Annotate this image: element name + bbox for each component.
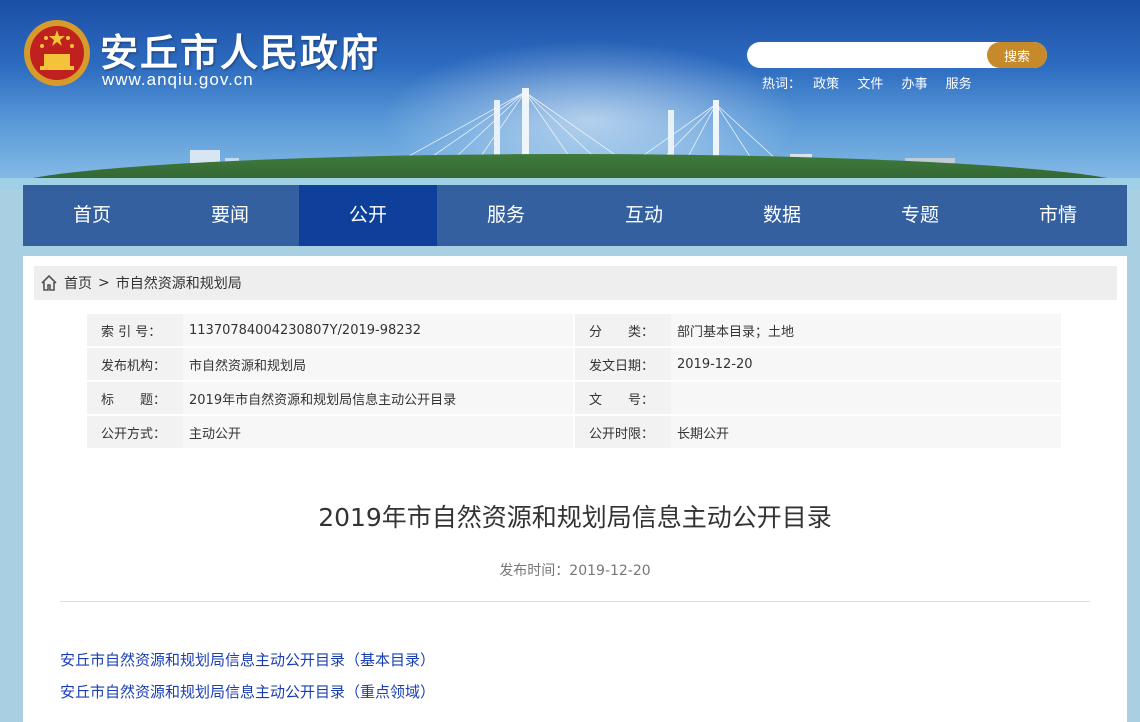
- hotwords-label: 热词：: [762, 77, 802, 92]
- hotwords-bar: 热词： 政策 文件 办事 服务: [762, 73, 986, 92]
- article-title: 2019年市自然资源和规划局信息主动公开目录: [318, 503, 832, 532]
- table-row: 标 题： 2019年市自然资源和规划局信息主动公开目录 文 号：: [87, 382, 1061, 414]
- nav-item-city-info[interactable]: 市情: [989, 185, 1127, 246]
- meta-value: 2019-12-20: [671, 348, 1061, 380]
- search-button[interactable]: 搜索: [987, 42, 1047, 68]
- table-row: 索 引 号： 11370784004230807Y/2019-98232 分 类…: [87, 314, 1061, 346]
- breadcrumb-current-link[interactable]: 市自然资源和规划局: [116, 273, 242, 293]
- meta-value: 2019年市自然资源和规划局信息主动公开目录: [183, 382, 573, 414]
- meta-key: 分 类：: [575, 314, 671, 346]
- header-banner: 安丘市人民政府 www.anqiu.gov.cn 搜索 热词： 政策 文件 办事…: [0, 0, 1140, 190]
- breadcrumb: 首页 > 市自然资源和规划局: [34, 266, 1117, 300]
- main-nav: 首页 要闻 公开 服务 互动 数据 专题 市情: [23, 185, 1127, 246]
- hotword-link[interactable]: 服务: [946, 77, 972, 92]
- nav-item-topics[interactable]: 专题: [851, 185, 989, 246]
- divider: [60, 601, 1090, 602]
- meta-value: 长期公开: [671, 416, 1061, 448]
- hotword-link[interactable]: 政策: [813, 77, 839, 92]
- meta-value: [671, 382, 1061, 414]
- meta-key: 发文日期：: [575, 348, 671, 380]
- document-metadata-table: 索 引 号： 11370784004230807Y/2019-98232 分 类…: [87, 312, 1061, 450]
- meta-value: 主动公开: [183, 416, 573, 448]
- content-panel: 首页 > 市自然资源和规划局 索 引 号： 11370784004230807Y…: [23, 256, 1127, 722]
- meta-key: 公开时限：: [575, 416, 671, 448]
- breadcrumb-separator: >: [98, 275, 110, 291]
- publish-time: 发布时间：2019-12-20: [499, 563, 651, 579]
- meta-key: 标 题：: [87, 382, 183, 414]
- breadcrumb-home-link[interactable]: 首页: [64, 273, 92, 293]
- home-icon: [41, 274, 57, 291]
- meta-value: 部门基本目录；土地: [671, 314, 1061, 346]
- catalog-link-basic[interactable]: 安丘市自然资源和规划局信息主动公开目录（基本目录）: [60, 649, 435, 670]
- nav-item-interaction[interactable]: 互动: [575, 185, 713, 246]
- table-row: 发布机构： 市自然资源和规划局 发文日期： 2019-12-20: [87, 348, 1061, 380]
- national-emblem-icon: [24, 20, 90, 86]
- site-title: 安丘市人民政府: [100, 31, 381, 75]
- hotword-link[interactable]: 办事: [901, 77, 927, 92]
- meta-key: 文 号：: [575, 382, 671, 414]
- nav-item-home[interactable]: 首页: [23, 185, 161, 246]
- meta-value: 市自然资源和规划局: [183, 348, 573, 380]
- nav-item-data[interactable]: 数据: [713, 185, 851, 246]
- table-row: 公开方式： 主动公开 公开时限： 长期公开: [87, 416, 1061, 448]
- meta-key: 发布机构：: [87, 348, 183, 380]
- meta-key: 公开方式：: [87, 416, 183, 448]
- nav-item-disclosure[interactable]: 公开: [299, 185, 437, 246]
- meta-key: 索 引 号：: [87, 314, 183, 346]
- nav-item-news[interactable]: 要闻: [161, 185, 299, 246]
- site-url: www.anqiu.gov.cn: [102, 70, 254, 89]
- nav-item-services[interactable]: 服务: [437, 185, 575, 246]
- catalog-link-key-areas[interactable]: 安丘市自然资源和规划局信息主动公开目录（重点领域）: [60, 681, 435, 702]
- meta-value: 11370784004230807Y/2019-98232: [183, 314, 573, 346]
- hotword-link[interactable]: 文件: [857, 77, 883, 92]
